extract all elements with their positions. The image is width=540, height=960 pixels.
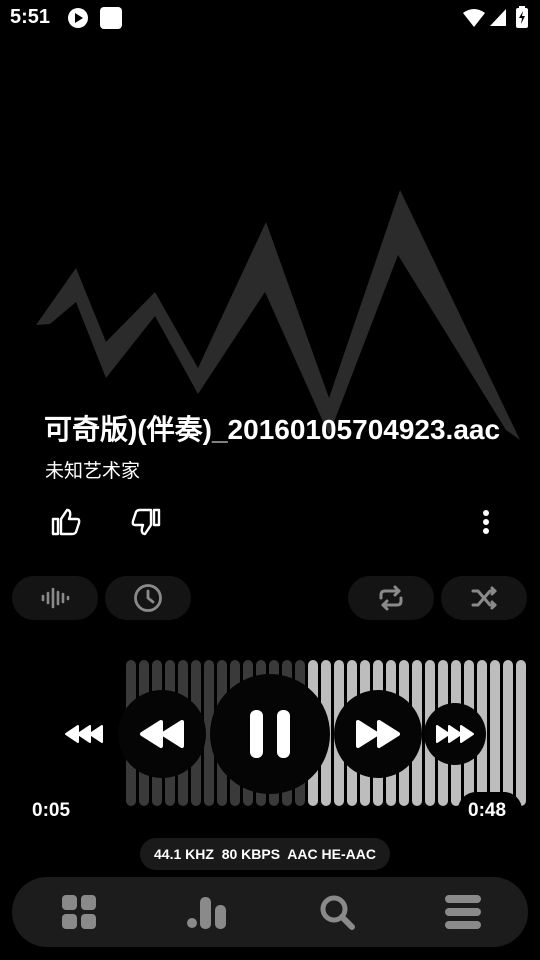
track-artist[interactable]: 未知艺术家 xyxy=(45,456,140,483)
more-options-button[interactable] xyxy=(466,500,506,544)
fast-forward-icon xyxy=(356,720,400,748)
audio-format-info: 44.1 KHZ 80 KBPS AAC HE-AAC xyxy=(140,838,390,870)
fast-forward-button[interactable] xyxy=(334,690,422,778)
pause-icon xyxy=(250,710,290,758)
album-artwork xyxy=(36,190,520,440)
play-pause-button[interactable] xyxy=(210,674,330,794)
waveform-icon xyxy=(41,587,70,609)
nav-menu-button[interactable] xyxy=(418,877,508,947)
previous-track-button[interactable] xyxy=(58,712,110,756)
shuffle-icon xyxy=(471,586,497,610)
sleep-timer-button[interactable] xyxy=(105,576,191,620)
nav-library-button[interactable] xyxy=(34,877,124,947)
repeat-icon xyxy=(379,585,403,611)
next-track-button[interactable] xyxy=(424,703,486,765)
app-square-icon xyxy=(100,7,122,29)
visualizer-button[interactable] xyxy=(12,576,98,620)
more-vert-icon xyxy=(483,510,489,534)
bottom-navigation xyxy=(12,877,528,947)
rewind-icon xyxy=(140,720,184,748)
apps-grid-icon xyxy=(62,895,96,929)
skip-back-icon xyxy=(65,725,103,743)
bar-chart-icon xyxy=(187,897,226,929)
thumbs-up-icon xyxy=(51,508,81,536)
waveform-bar xyxy=(516,660,526,806)
thumbs-down-icon xyxy=(131,508,161,536)
nav-charts-button[interactable] xyxy=(162,877,252,947)
skip-forward-icon xyxy=(436,725,474,743)
wifi-icon xyxy=(463,9,485,27)
media-play-icon xyxy=(68,8,88,28)
status-time: 5:51 xyxy=(10,6,51,28)
status-bar: 5:51 xyxy=(0,0,540,36)
dislike-button[interactable] xyxy=(124,500,168,544)
track-title: 可奇版)(伴奏)_20160105704923.aac xyxy=(44,414,501,445)
signal-icon xyxy=(490,9,506,26)
search-icon xyxy=(320,895,355,930)
menu-icon xyxy=(445,895,481,929)
waveform-bar xyxy=(490,660,500,806)
elapsed-time: 0:05 xyxy=(32,800,71,821)
nav-search-button[interactable] xyxy=(292,877,382,947)
like-button[interactable] xyxy=(44,500,88,544)
battery-charging-icon xyxy=(516,6,528,28)
rewind-button[interactable] xyxy=(118,690,206,778)
clock-icon xyxy=(134,584,162,612)
waveform-bar xyxy=(503,660,513,806)
duration-time: 0:48 xyxy=(468,800,507,821)
repeat-button[interactable] xyxy=(348,576,434,620)
duration-chip: 0:48 xyxy=(458,792,522,828)
shuffle-button[interactable] xyxy=(441,576,527,620)
